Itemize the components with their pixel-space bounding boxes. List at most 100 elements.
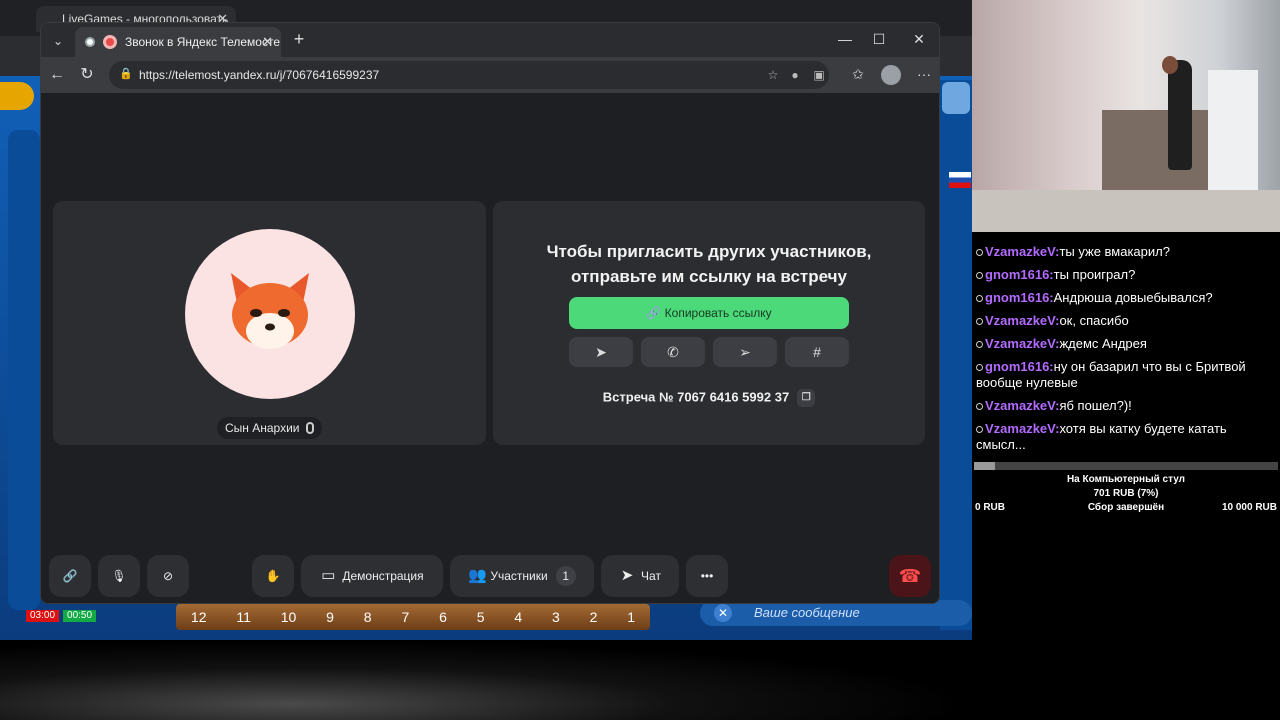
demonstration-label: Демонстрация xyxy=(342,569,424,583)
chat-message: VzamazkeV:ок, спасибо xyxy=(976,313,1276,329)
copy-link-button[interactable]: 🔗 Копировать ссылку xyxy=(569,297,849,329)
demonstration-button[interactable]: ▭ Демонстрация xyxy=(301,555,443,597)
board-point-number: 2 xyxy=(589,609,598,625)
close-window-icon[interactable]: ✕ xyxy=(907,29,931,49)
fundraiser-title: На Компьютерный стул xyxy=(1066,474,1186,485)
meeting-number: Встреча № 7067 6416 5992 37 ❐ xyxy=(493,389,925,407)
chat-username[interactable]: VzamazkeV: xyxy=(985,421,1059,436)
copy-icon[interactable]: ❐ xyxy=(797,389,816,407)
fundraiser-max: 10 000 RUB xyxy=(1221,502,1277,513)
people-icon: 👥 xyxy=(468,567,488,584)
hang-up-button[interactable]: ☎ xyxy=(889,555,931,597)
tab-title: Звонок в Яндекс Телемосте xyxy=(125,35,281,49)
refresh-icon[interactable]: ↻ xyxy=(77,65,97,85)
participants-count: 1 xyxy=(555,566,576,586)
user-badge-icon xyxy=(976,318,983,326)
participants-button[interactable]: 👥 Участники 1 xyxy=(450,555,594,597)
phone-hangup-icon: ☎ xyxy=(898,566,922,586)
url-input[interactable]: 🔒 https://telemost.yandex.ru/j/706764165… xyxy=(109,61,829,89)
fundraiser-progress-fill xyxy=(974,462,996,470)
microphone-icon: 🎙 xyxy=(111,569,127,583)
profile-avatar[interactable] xyxy=(881,65,901,85)
chat-username[interactable]: VzamazkeV: xyxy=(985,336,1059,351)
close-icon[interactable]: ✕ xyxy=(262,34,273,50)
board-point-number: 5 xyxy=(476,609,485,625)
board-point-number: 9 xyxy=(326,609,334,625)
microphone-icon[interactable]: ● xyxy=(787,68,803,82)
fox-icon xyxy=(231,273,309,349)
hand-icon: ✋ xyxy=(265,569,281,583)
invite-title: Чтобы пригласить других участников, отпр… xyxy=(493,239,925,289)
meeting-number-text: Встреча № 7067 6416 5992 37 xyxy=(602,389,790,405)
user-badge-icon xyxy=(976,364,983,372)
tab-telemost[interactable]: Звонок в Яндекс Телемосте ✕ xyxy=(75,27,281,57)
camera-off-button[interactable]: ⊘ xyxy=(147,555,189,597)
fundraiser-progress-bar xyxy=(974,462,1278,470)
webcam-fridge xyxy=(1208,70,1258,190)
back-arrow-icon[interactable] xyxy=(0,82,34,110)
chat-username[interactable]: gnom1616: xyxy=(985,267,1054,282)
more-icon[interactable]: ··· xyxy=(915,66,933,82)
more-button[interactable]: ••• xyxy=(686,555,728,597)
raise-hand-button[interactable]: ✋ xyxy=(252,555,294,597)
chat-message: VzamazkeV:яб пошел?)! xyxy=(976,398,1276,414)
microphone-icon xyxy=(305,422,314,434)
board-point-number: 1 xyxy=(627,609,636,625)
telegram-icon[interactable]: ➤ xyxy=(569,337,633,367)
chat-message: VzamazkeV:хотя вы катку будете катать см… xyxy=(976,421,1276,453)
user-badge-icon xyxy=(976,426,983,434)
webcam-person xyxy=(1168,60,1192,170)
favorites-icon[interactable]: ✩ xyxy=(849,66,867,83)
chat-button[interactable]: ➤ Чат xyxy=(601,555,679,597)
more-icon: ••• xyxy=(700,569,714,583)
chat-message: gnom1616:ты проиграл? xyxy=(976,267,1276,283)
copy-link-label: Копировать ссылку xyxy=(664,306,772,320)
minimize-icon[interactable]: — xyxy=(833,29,857,49)
send-icon[interactable]: ➢ xyxy=(713,337,777,367)
address-bar: ← ↻ 🔒 https://telemost.yandex.ru/j/70676… xyxy=(41,57,939,93)
whatsapp-icon[interactable]: ✆ xyxy=(641,337,705,367)
board-point-number: 10 xyxy=(280,609,297,625)
back-arrow-icon[interactable]: ← xyxy=(47,65,67,85)
slack-icon[interactable]: # xyxy=(785,337,849,367)
chat-label: Чат xyxy=(641,569,661,583)
participants-label: Участники xyxy=(490,569,548,583)
microphone-button[interactable]: 🎙 xyxy=(98,555,140,597)
invite-line-2: отправьте им ссылку на встречу xyxy=(571,267,847,286)
star-icon[interactable]: ☆ xyxy=(765,68,781,82)
maximize-icon[interactable]: ☐ xyxy=(867,29,891,49)
chat-message: VzamazkeV:ты уже вмакарил? xyxy=(976,244,1276,260)
user-badge-icon xyxy=(976,249,983,257)
webcam-feed xyxy=(972,0,1280,232)
stream-chat: VzamazkeV:ты уже вмакарил? gnom1616:ты пр… xyxy=(972,236,1280,460)
game-right-panel xyxy=(940,80,972,630)
user-badge-icon xyxy=(976,403,983,411)
chat-text: Андрюша довыебывался? xyxy=(1053,290,1213,305)
participant-name-tag: Сын Анархии xyxy=(217,417,322,439)
telemost-browser-window: ⌄ Звонок в Яндекс Телемосте ✕ + — ☐ ✕ ← … xyxy=(40,22,940,604)
screen-share-icon: ▭ xyxy=(321,567,336,584)
screenshot-icon[interactable]: ▣ xyxy=(811,68,827,82)
close-icon[interactable]: ✕ xyxy=(714,604,732,622)
chat-text: ждемс Андрея xyxy=(1059,336,1147,351)
url-text: https://telemost.yandex.ru/j/70676416599… xyxy=(139,68,380,82)
game-left-column xyxy=(8,130,40,610)
screen: LiveGames - многопользовать ✕ 03:00 00:5… xyxy=(0,0,1280,720)
chat-username[interactable]: VzamazkeV: xyxy=(985,313,1059,328)
telemost-favicon-icon xyxy=(103,35,117,49)
chat-username[interactable]: VzamazkeV: xyxy=(985,398,1059,413)
invite-line-1: Чтобы пригласить других участников, xyxy=(546,242,872,261)
link-button[interactable]: 🔗 xyxy=(49,555,91,597)
chat-username[interactable]: gnom1616: xyxy=(985,359,1054,374)
avatar xyxy=(185,229,355,399)
chevron-down-icon[interactable]: ⌄ xyxy=(47,31,69,51)
chat-username[interactable]: gnom1616: xyxy=(985,290,1054,305)
chat-username[interactable]: VzamazkeV: xyxy=(985,244,1059,259)
avatar[interactable] xyxy=(942,82,970,114)
webcam-floor xyxy=(972,190,1280,232)
recording-icon xyxy=(85,37,95,47)
invite-panel: Чтобы пригласить других участников, отпр… xyxy=(493,201,925,445)
fundraiser-widget: На Компьютерный стул 701 RUB (7%) 0 RUB … xyxy=(972,460,1280,516)
plus-icon[interactable]: + xyxy=(289,29,309,50)
board-point-number: 6 xyxy=(439,609,447,625)
